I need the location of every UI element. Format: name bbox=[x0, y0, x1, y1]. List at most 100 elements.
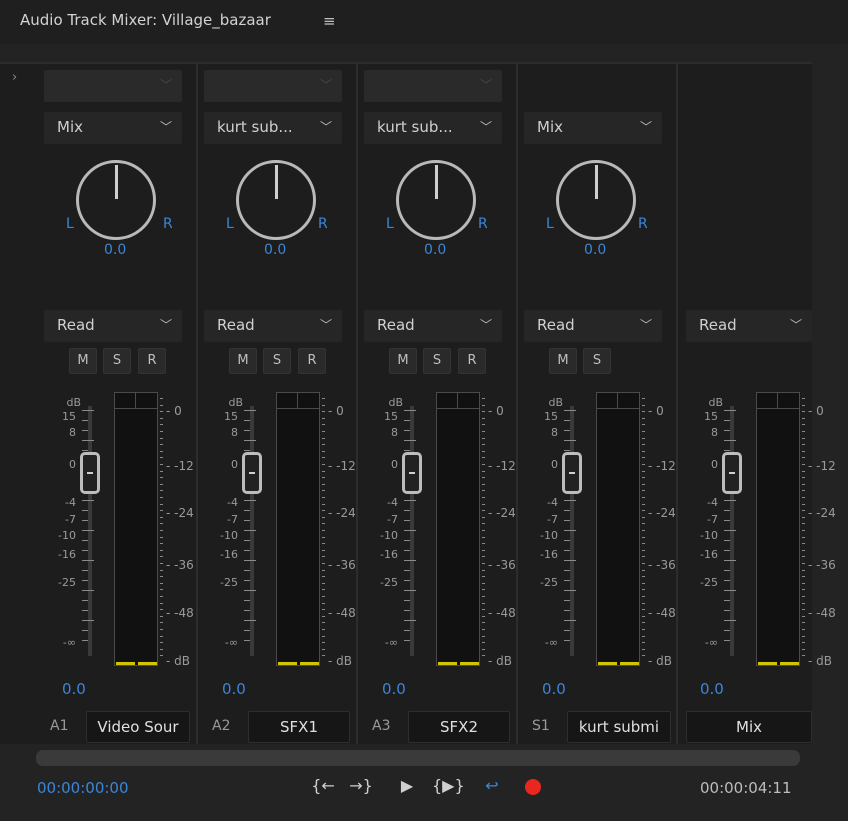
automation-dropdown[interactable]: Read ﹀ bbox=[44, 310, 182, 342]
volume-value[interactable]: 0.0 bbox=[222, 680, 246, 698]
meter-tick bbox=[482, 530, 485, 531]
meter-tick bbox=[482, 523, 485, 525]
go-to-in-icon[interactable]: {← bbox=[310, 773, 336, 799]
meter-tick bbox=[642, 503, 645, 505]
fader-tick bbox=[404, 540, 410, 541]
fader-tick bbox=[404, 450, 410, 451]
mute-button[interactable]: M bbox=[389, 348, 417, 374]
volume-value[interactable]: 0.0 bbox=[542, 680, 566, 698]
pan-knob[interactable] bbox=[236, 160, 316, 240]
meter-tick bbox=[642, 576, 645, 578]
fader-tick bbox=[564, 640, 570, 641]
effect-dropdown[interactable]: ﹀ bbox=[364, 70, 502, 102]
solo-button[interactable]: S bbox=[423, 348, 451, 374]
meter-tick bbox=[802, 398, 805, 399]
track-name-field[interactable]: kurt submi bbox=[567, 711, 671, 743]
effect-dropdown[interactable]: ﹀ bbox=[44, 70, 182, 102]
meter-tick bbox=[642, 431, 645, 432]
fader-tick bbox=[82, 610, 88, 611]
hamburger-icon[interactable]: ≡ bbox=[323, 12, 336, 30]
send-dropdown[interactable]: Mix ﹀ bbox=[44, 112, 182, 144]
expand-chevron-icon[interactable]: › bbox=[12, 70, 17, 85]
horizontal-scrollbar[interactable] bbox=[36, 750, 800, 766]
peak-indicator[interactable] bbox=[437, 393, 458, 409]
peak-indicator[interactable] bbox=[277, 393, 298, 409]
record-enable-button[interactable]: R bbox=[298, 348, 326, 374]
fader-scale-label: -25 bbox=[540, 576, 558, 589]
peak-indicator[interactable] bbox=[298, 393, 319, 409]
meter-tick bbox=[642, 642, 645, 644]
fader-tick bbox=[724, 560, 736, 561]
peak-indicator[interactable] bbox=[757, 393, 778, 409]
solo-button[interactable]: S bbox=[583, 348, 611, 374]
scrollbar-thumb[interactable] bbox=[36, 750, 800, 766]
current-timecode[interactable]: 00:00:00:00 bbox=[37, 779, 129, 797]
peak-indicator[interactable] bbox=[115, 393, 136, 409]
play-icon[interactable]: ▶ bbox=[394, 773, 420, 799]
send-dropdown[interactable]: Mix ﹀ bbox=[524, 112, 662, 144]
peak-indicator[interactable] bbox=[597, 393, 618, 409]
peak-indicator[interactable] bbox=[778, 393, 799, 409]
solo-button[interactable]: S bbox=[263, 348, 291, 374]
volume-fader-handle[interactable] bbox=[722, 452, 742, 494]
effect-dropdown[interactable]: ﹀ bbox=[204, 70, 342, 102]
solo-button[interactable]: S bbox=[103, 348, 131, 374]
volume-value[interactable]: 0.0 bbox=[62, 680, 86, 698]
meter-tick bbox=[482, 503, 485, 505]
record-icon[interactable] bbox=[525, 779, 541, 795]
automation-dropdown[interactable]: Read ﹀ bbox=[364, 310, 502, 342]
volume-fader-handle[interactable] bbox=[242, 452, 262, 494]
peak-indicator[interactable] bbox=[618, 393, 639, 409]
pan-value[interactable]: 0.0 bbox=[584, 242, 606, 258]
meter-scale-label: - -12 bbox=[808, 459, 836, 473]
loop-icon[interactable]: ↩ bbox=[479, 773, 505, 799]
mute-button[interactable]: M bbox=[229, 348, 257, 374]
chevron-down-icon: ﹀ bbox=[479, 78, 492, 92]
fader-tick bbox=[564, 550, 570, 551]
send-dropdown[interactable]: kurt sub... ﹀ bbox=[204, 112, 342, 144]
automation-dropdown[interactable]: Read ﹀ bbox=[524, 310, 662, 342]
volume-fader-handle[interactable] bbox=[562, 452, 582, 494]
meter-scale-label: - -24 bbox=[808, 506, 836, 520]
meter-tick bbox=[802, 642, 805, 644]
track-name-field[interactable]: Video Sour bbox=[86, 711, 190, 743]
play-in-to-out-icon[interactable]: {▶} bbox=[432, 773, 465, 799]
volume-fader-handle[interactable] bbox=[80, 452, 100, 494]
pan-knob[interactable] bbox=[76, 160, 156, 240]
meter-tick bbox=[642, 516, 645, 518]
fader-track bbox=[88, 406, 92, 656]
meter-tick bbox=[642, 464, 645, 465]
peak-indicator[interactable] bbox=[458, 393, 479, 409]
send-dropdown[interactable]: kurt sub... ﹀ bbox=[364, 112, 502, 144]
volume-fader-handle[interactable] bbox=[402, 452, 422, 494]
fader-tick bbox=[724, 620, 736, 621]
automation-dropdown[interactable]: Read ﹀ bbox=[204, 310, 342, 342]
pan-knob[interactable] bbox=[396, 160, 476, 240]
record-enable-button[interactable]: R bbox=[138, 348, 166, 374]
mute-button[interactable]: M bbox=[69, 348, 97, 374]
track-name-field[interactable]: SFX1 bbox=[248, 711, 350, 743]
pan-value[interactable]: 0.0 bbox=[264, 242, 286, 258]
meter-tick bbox=[642, 457, 645, 459]
fader-tick bbox=[724, 550, 730, 551]
pan-value[interactable]: 0.0 bbox=[424, 242, 446, 258]
chevron-down-icon: ﹀ bbox=[479, 120, 492, 134]
volume-value[interactable]: 0.0 bbox=[700, 680, 724, 698]
track-name-field[interactable]: SFX2 bbox=[408, 711, 510, 743]
peak-indicator[interactable] bbox=[136, 393, 157, 409]
go-to-out-icon[interactable]: →} bbox=[348, 773, 374, 799]
fader-tick bbox=[82, 530, 94, 531]
meter-scale-label: - -12 bbox=[488, 459, 516, 473]
automation-dropdown[interactable]: Read ﹀ bbox=[686, 310, 812, 342]
meter-tick bbox=[802, 563, 805, 564]
fader-scale-label: -∞ bbox=[224, 636, 238, 649]
record-enable-button[interactable]: R bbox=[458, 348, 486, 374]
meter-tick bbox=[160, 582, 163, 584]
volume-value[interactable]: 0.0 bbox=[382, 680, 406, 698]
mute-button[interactable]: M bbox=[549, 348, 577, 374]
pan-value[interactable]: 0.0 bbox=[104, 242, 126, 258]
meter-tick bbox=[802, 516, 805, 518]
fader-tick bbox=[564, 620, 576, 621]
track-name-field[interactable]: Mix bbox=[686, 711, 812, 743]
pan-knob[interactable] bbox=[556, 160, 636, 240]
